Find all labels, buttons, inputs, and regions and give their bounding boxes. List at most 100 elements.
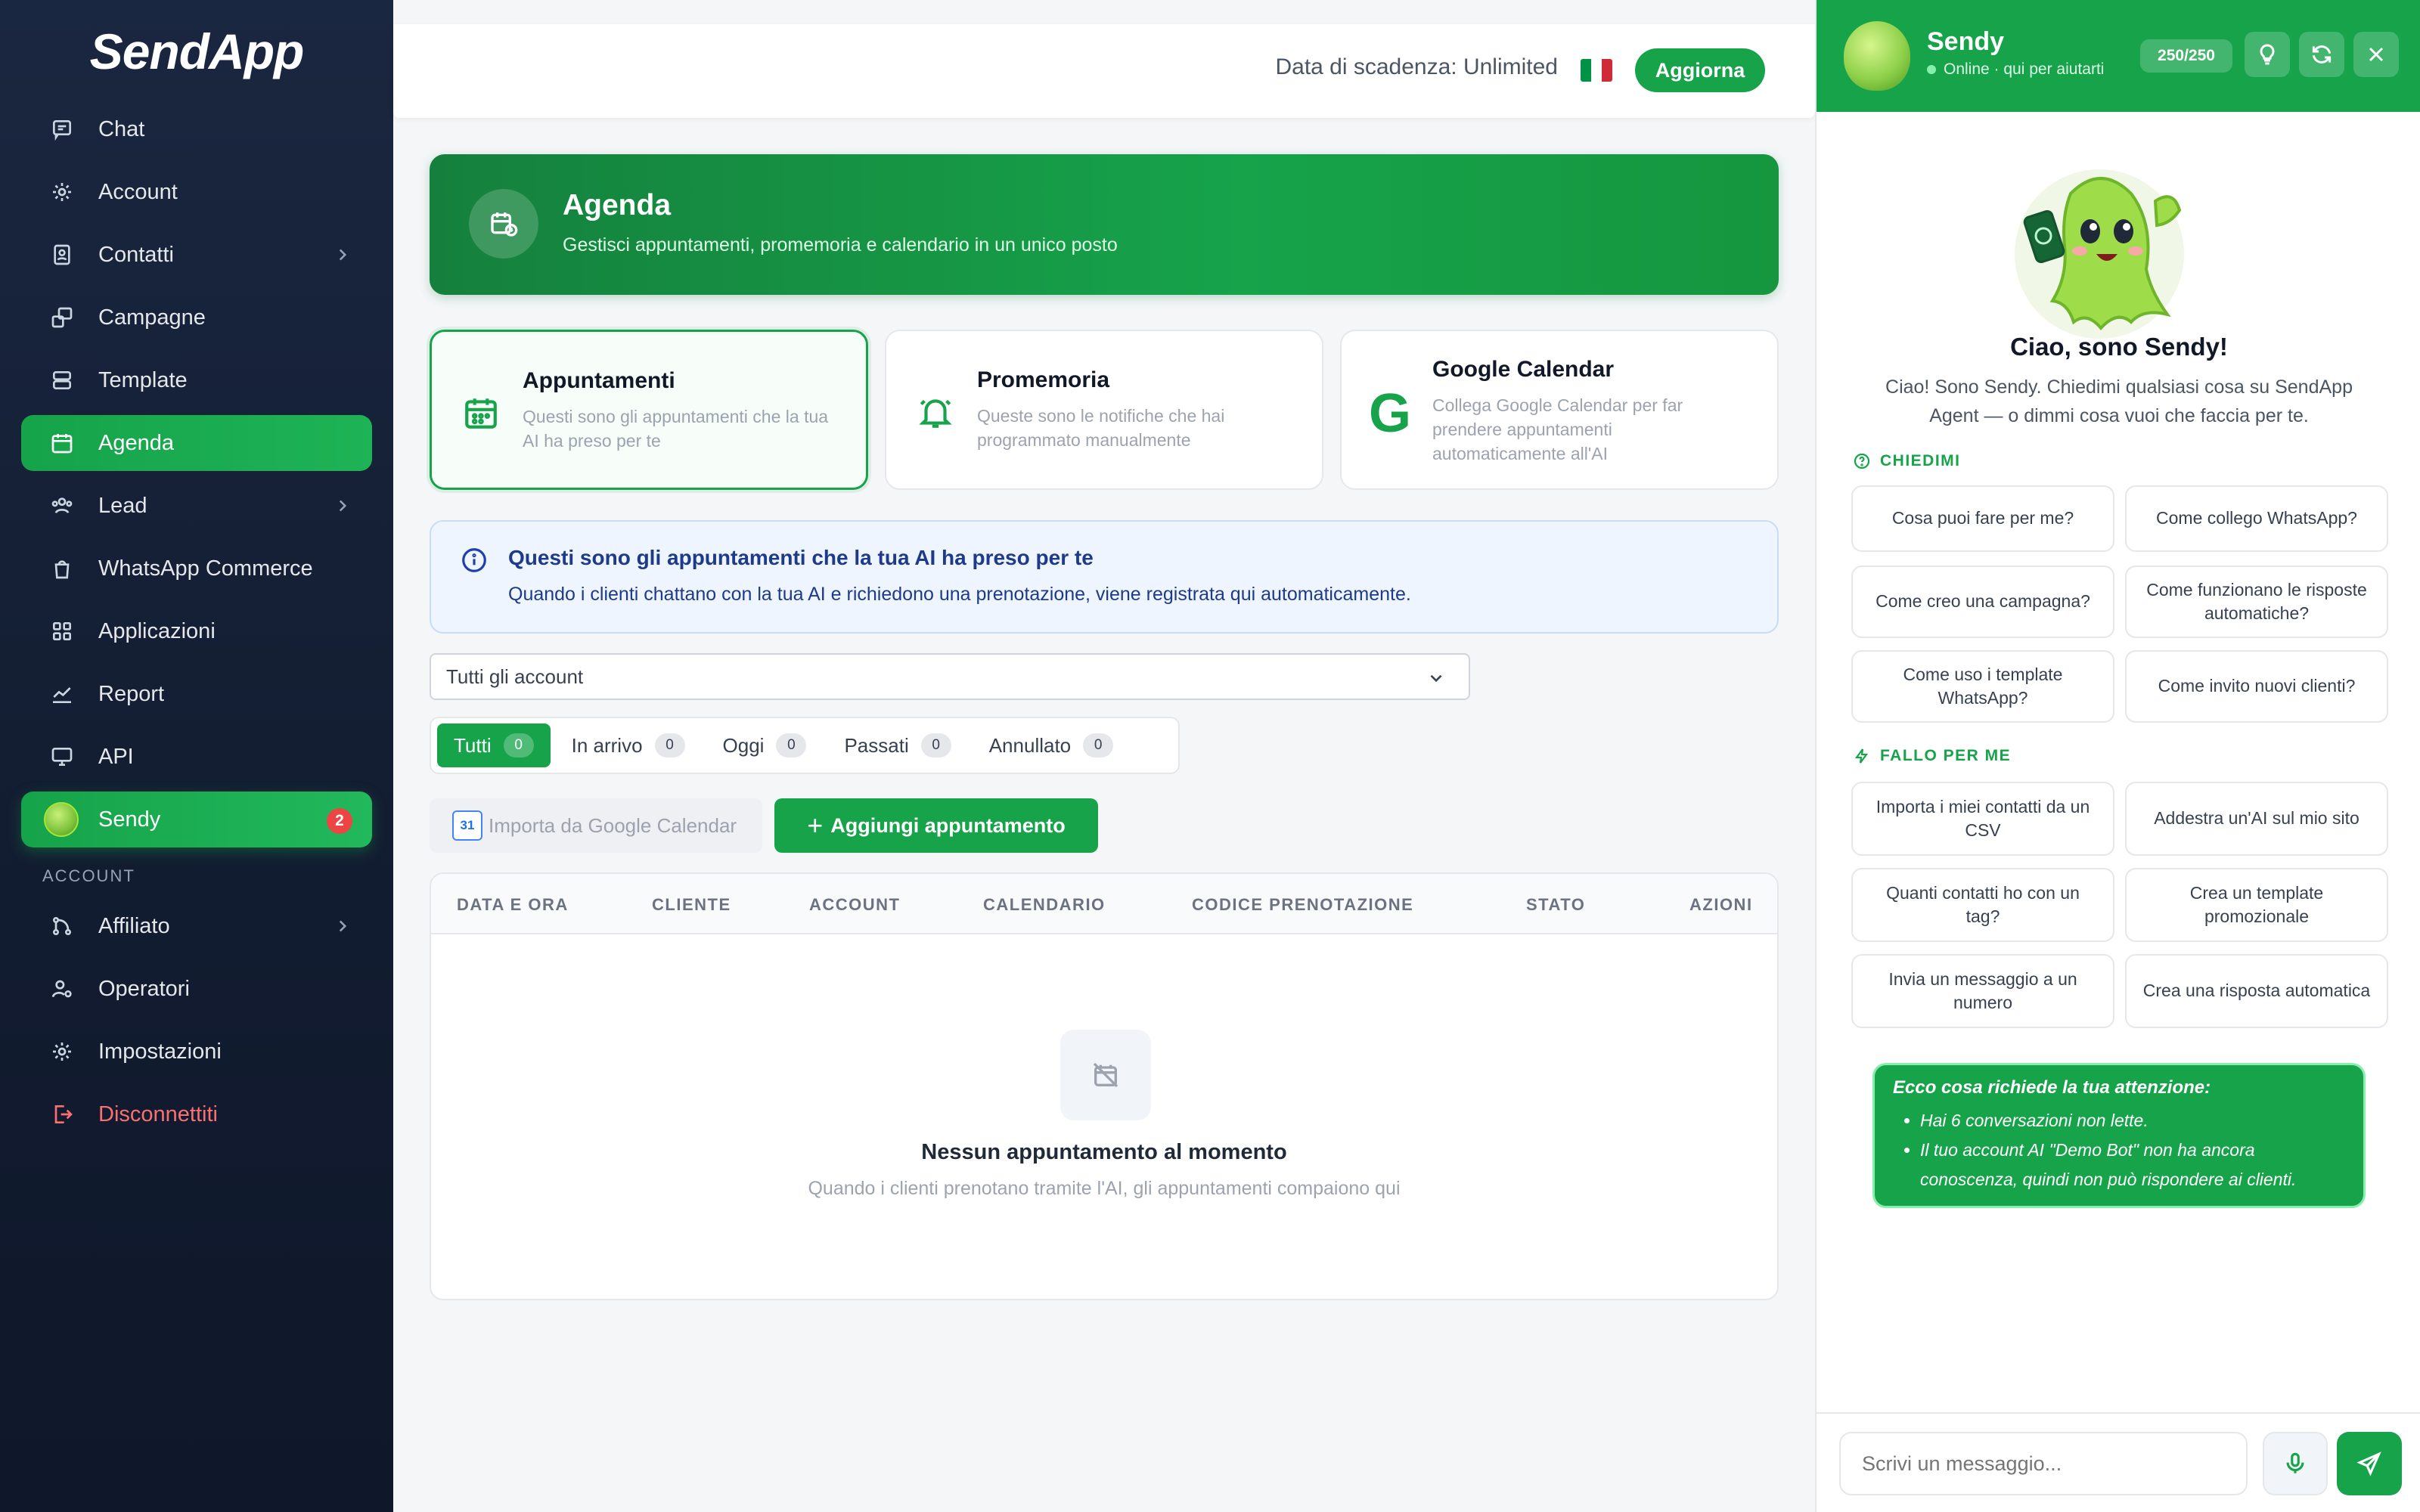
sidebar-item-template[interactable]: Template — [21, 352, 372, 408]
section-label-text: FALLO PER ME — [1880, 747, 2012, 764]
suggestion-chip[interactable]: Come creo una campagna? — [1851, 565, 2114, 638]
sidebar-item-disconnettiti[interactable]: Disconnettiti — [21, 1086, 372, 1142]
appointments-table: DATA E ORA CLIENTE ACCOUNT CALENDARIO CO… — [430, 872, 1779, 1300]
empty-state-subtitle: Quando i clienti prenotano tramite l'AI,… — [808, 1178, 1401, 1199]
message-quota: 250/250 — [2140, 39, 2232, 73]
tab-count: 0 — [776, 733, 807, 758]
refresh-button[interactable] — [2299, 32, 2344, 77]
sidebar-item-impostazioni[interactable]: Impostazioni — [21, 1024, 372, 1080]
suggestion-chip[interactable]: Come invito nuovi clienti? — [2125, 650, 2388, 723]
greeting-text: Ciao! Sono Sendy. Chiedimi qualsiasi cos… — [1885, 376, 2353, 426]
send-button[interactable] — [2337, 1432, 2402, 1495]
sidebar-item-agenda[interactable]: Agenda — [21, 415, 372, 471]
tab-count: 0 — [503, 733, 534, 758]
account-filter-select[interactable]: Tutti gli account — [430, 653, 1470, 700]
sidebar-item-api[interactable]: API — [21, 729, 372, 785]
import-google-calendar-button[interactable]: 31 Importa da Google Calendar — [430, 798, 762, 853]
lightbulb-button[interactable] — [2245, 32, 2290, 77]
suggestion-chip[interactable]: Cosa puoi fare per me? — [1851, 485, 2114, 552]
close-icon — [2369, 47, 2384, 62]
action-chip[interactable]: Crea una risposta automatica — [2125, 954, 2388, 1028]
card-title: Appuntamenti — [523, 368, 675, 393]
tab-annullato[interactable]: Annullato 0 — [973, 723, 1130, 767]
tab-passati[interactable]: Passati 0 — [827, 723, 967, 767]
tab-count: 0 — [920, 733, 951, 758]
chevron-down-icon — [1426, 668, 1446, 688]
notification-badge: 2 — [327, 808, 352, 834]
tab-in-arrivo[interactable]: In arrivo 0 — [555, 723, 702, 767]
apps-icon — [48, 618, 76, 645]
ask-section-label: CHIEDIMI — [1853, 452, 1961, 470]
tab-oggi[interactable]: Oggi 0 — [706, 723, 824, 767]
add-appointment-button[interactable]: + Aggiungi appuntamento — [774, 798, 1098, 853]
sidebar-item-label: Affiliato — [98, 913, 170, 938]
language-flag[interactable] — [1581, 59, 1612, 82]
tab-label: Tutti — [454, 733, 492, 757]
sidebar-item-account[interactable]: Account — [21, 164, 372, 220]
assistant-avatar — [1844, 21, 1910, 91]
flag-stripe-green — [1581, 59, 1591, 82]
card-appuntamenti[interactable]: Appuntamenti Questi sono gli appuntament… — [430, 330, 868, 490]
calendar-clock-icon — [469, 189, 538, 259]
upgrade-button[interactable]: Aggiorna — [1635, 48, 1765, 92]
suggestion-chip[interactable]: Come uso i template WhatsApp? — [1851, 650, 2114, 723]
lightning-icon — [1854, 748, 1869, 764]
message-input[interactable] — [1839, 1432, 2248, 1495]
main-content: Agenda Gestisci appuntamenti, promemoria… — [430, 154, 1779, 1300]
affiliate-icon — [48, 912, 76, 940]
action-chip[interactable]: Importa i miei contatti da un CSV — [1851, 782, 2114, 856]
sidebar-item-label: Impostazioni — [98, 1039, 222, 1064]
sidebar-item-label: Chat — [98, 116, 145, 141]
sidebar-item-operatori[interactable]: Operatori — [21, 961, 372, 1017]
card-google-calendar[interactable]: G Google Calendar Collega Google Calenda… — [1340, 330, 1779, 490]
empty-state-title: Nessun appuntamento al momento — [921, 1140, 1287, 1164]
sidebar-item-label: Lead — [98, 493, 147, 518]
action-chip[interactable]: Invia un messaggio a un numero — [1851, 954, 2114, 1028]
section-label-text: CHIEDIMI — [1880, 452, 1961, 469]
sidebar-item-campagne[interactable]: Campagne — [21, 290, 372, 345]
message-composer — [1817, 1412, 2420, 1512]
action-chip[interactable]: Crea un template promozionale — [2125, 868, 2388, 942]
sidebar-item-label: API — [98, 744, 134, 769]
page-subtitle: Gestisci appuntamenti, promemoria e cale… — [563, 234, 1118, 256]
sidebar-item-report[interactable]: Report — [21, 666, 372, 722]
sidebar-item-contatti[interactable]: Contatti — [21, 227, 372, 283]
sendy-avatar — [44, 802, 79, 837]
online-dot — [1927, 65, 1936, 74]
lead-icon — [48, 492, 76, 519]
tab-label: In arrivo — [571, 733, 643, 757]
suggestion-chip[interactable]: Come funzionano le risposte automatiche? — [2125, 565, 2388, 638]
card-description: Questi sono gli appuntamenti che la tua … — [523, 407, 829, 451]
column-header: DATA E ORA — [457, 895, 569, 914]
button-label: Importa da Google Calendar — [489, 813, 737, 837]
expiry-date: Data di scadenza: Unlimited — [1275, 54, 1558, 79]
column-header: CLIENTE — [652, 895, 731, 914]
attention-item: Il tuo account AI "Demo Bot" non ha anco… — [1920, 1136, 2345, 1194]
flag-stripe-red — [1602, 59, 1612, 82]
sidebar-item-whatsapp-commerce[interactable]: WhatsApp Commerce — [21, 541, 372, 596]
tab-tutti[interactable]: Tutti 0 — [437, 723, 551, 767]
card-promemoria[interactable]: Promemoria Queste sono le notifiche che … — [885, 330, 1323, 490]
sendy-mascot-image — [2015, 169, 2184, 339]
tab-label: Passati — [844, 733, 909, 757]
calendar-off-icon — [1060, 1030, 1151, 1120]
close-button[interactable] — [2353, 32, 2399, 77]
sidebar-item-chat[interactable]: Chat — [21, 101, 372, 157]
select-value: Tutti gli account — [446, 665, 584, 688]
campaign-icon — [48, 304, 76, 331]
attention-list: Hai 6 conversazioni non lette. Il tuo ac… — [1893, 1106, 2345, 1194]
sidebar-item-label: Campagne — [98, 305, 206, 330]
suggestion-chip[interactable]: Come collego WhatsApp? — [2125, 485, 2388, 552]
sidebar-item-applicazioni[interactable]: Applicazioni — [21, 603, 372, 659]
sidebar-item-affiliato[interactable]: Affiliato — [21, 898, 372, 954]
action-chip[interactable]: Quanti contatti ho con un tag? — [1851, 868, 2114, 942]
status-text: Online · qui per aiutarti — [1944, 60, 2105, 78]
action-chip[interactable]: Addestra un'AI sul mio sito — [2125, 782, 2388, 856]
sidebar-item-sendy[interactable]: Sendy 2 — [21, 792, 372, 847]
app-logo[interactable]: SendApp — [0, 23, 393, 80]
microphone-button[interactable] — [2263, 1432, 2328, 1495]
table-header: DATA E ORA CLIENTE ACCOUNT CALENDARIO CO… — [431, 874, 1777, 934]
assistant-name: Sendy — [1927, 27, 2005, 56]
sidebar-item-lead[interactable]: Lead — [21, 478, 372, 534]
google-icon: G — [1369, 383, 1412, 444]
